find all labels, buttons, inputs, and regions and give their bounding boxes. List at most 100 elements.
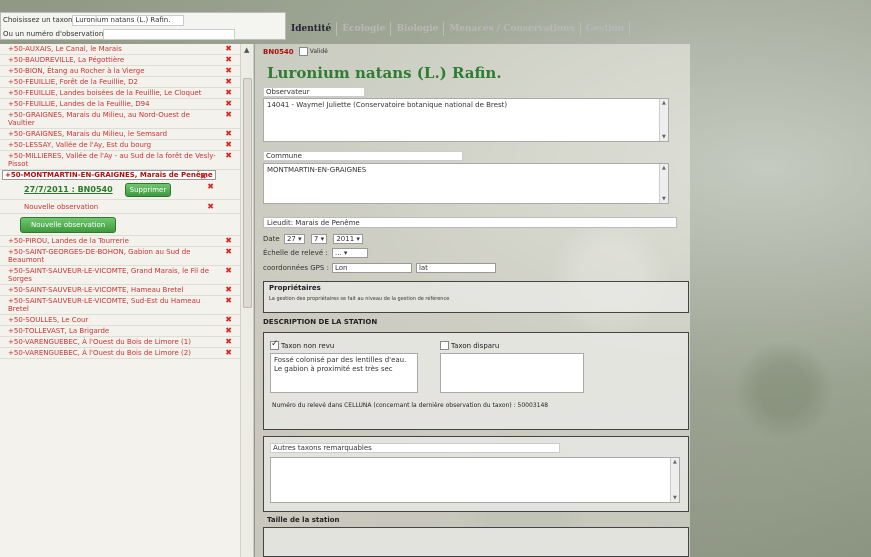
station-list-item[interactable]: +50-MONTMARTIN-EN-GRAIGNES, Marais de Pe… [2, 170, 216, 181]
station-list-item[interactable]: +50-SAINT-SAUVEUR-LE-VICOMTE, Hameau Bre… [0, 285, 240, 296]
delete-icon[interactable]: ✖ [225, 327, 232, 335]
description-title: DESCRIPTION DE LA STATION [263, 318, 378, 326]
station-list: +50-AUXAIS, Le Canal, le Marais ✖ +50-BAUD… [0, 44, 254, 557]
autres-taxons-field[interactable] [270, 457, 680, 503]
taxon-search-row: Choisissez un taxon [1, 13, 285, 27]
lieudit-field[interactable]: Lieudit: Marais de Penême [263, 217, 677, 228]
observation-form: BN0540 Validé Luronium natans (L.) Rafin… [255, 44, 690, 557]
commune-label: Commune [263, 151, 463, 161]
station-list-item[interactable]: +50-SAINT-GEORGES-DE-BOHON, Gabion au Su… [0, 247, 240, 266]
station-list-item[interactable]: +50-GRAIGNES, Marais du Milieu, le Semsa… [0, 129, 240, 140]
observation-link[interactable]: 27/7/2011 : BN0540 [24, 185, 113, 194]
station-list-item[interactable]: +50-PIROU, Landes de la Tourrerie ✖ [0, 236, 240, 247]
delete-icon[interactable]: ✖ [225, 237, 232, 245]
taxon-revu-comment[interactable]: Fossé colonisé par des lentilles d'eau. … [270, 353, 418, 393]
taxon-revu-label: Taxon non revu [281, 341, 335, 350]
new-observation-row: Nouvelle observation ✖ [0, 200, 240, 214]
station-list-item[interactable]: +50-FEUILLIE, Landes de la Feuillie, D94… [0, 99, 240, 110]
gps-lon-input[interactable]: Lon [331, 263, 412, 273]
commune-scrollbar[interactable] [659, 164, 668, 203]
station-list-item-label: +50-BAUDREVILLE, La Pégottière [8, 56, 125, 64]
delete-icon[interactable]: ✖ [225, 89, 232, 97]
station-list-item[interactable]: +50-SAINT-SAUVEUR-LE-VICOMTE, Sud-Est du… [0, 296, 240, 315]
taxon-disparu-comment[interactable] [440, 353, 584, 393]
station-list-item[interactable]: +50-GRAIGNES, Marais du Milieu, au Nord-… [0, 110, 240, 129]
delete-icon[interactable]: ✖ [225, 56, 232, 64]
delete-icon[interactable]: ✖ [207, 182, 214, 191]
station-list-item[interactable]: +50-FEUILLIE, Forêt de la Feuillie, D2 ✖ [0, 77, 240, 88]
tab-menaces-conservations[interactable]: Menaces / Conservations [444, 22, 581, 36]
autres-taxons-panel: Autres taxons remarquables [263, 436, 689, 512]
echelle-select[interactable]: ... ▾ [331, 248, 368, 258]
delete-icon[interactable]: ✖ [225, 152, 232, 160]
echelle-label: Échelle de relevé : [263, 249, 328, 257]
taxon-revu-checkbox[interactable] [270, 339, 279, 350]
delete-icon[interactable]: ✖ [225, 130, 232, 138]
station-list-item[interactable]: +50-LESSAY, Vallée de l'Ay, Est du bourg… [0, 140, 240, 151]
taxon-disparu-checkbox[interactable] [440, 341, 449, 350]
autres-taxons-scrollbar[interactable] [670, 458, 679, 502]
delete-icon[interactable]: ✖ [225, 316, 232, 324]
delete-icon[interactable]: ✖ [225, 267, 232, 275]
station-list-item-label: +50-FEUILLIE, Landes boisées de la Feuil… [8, 89, 202, 97]
station-list-item[interactable]: +50-VARENGUEBEC, À l'Ouest du Bois de Li… [0, 337, 240, 348]
station-list-item-label: +50-MILLIERES, Vallée de l'Ay - au Sud d… [8, 152, 216, 168]
station-list-item-label: +50-AUXAIS, Le Canal, le Marais [8, 45, 122, 53]
delete-icon[interactable]: ✖ [225, 338, 232, 346]
tab-gestion[interactable]: Gestion [581, 22, 631, 36]
date-day-select[interactable]: 27 ▾ [283, 234, 305, 244]
station-list-item[interactable]: +50-MILLIERES, Vallée de l'Ay - au Sud d… [0, 151, 240, 170]
echelle-row: Échelle de relevé : ... ▾ [263, 248, 370, 258]
delete-icon[interactable]: ✖ [225, 111, 232, 119]
proprietaires-subtitle: La gestion des propriétaires se fait au … [269, 296, 450, 302]
delete-icon[interactable]: ✖ [225, 248, 232, 256]
gps-label: coordonnées GPS : [263, 264, 329, 272]
delete-observation-button[interactable]: Supprimer [124, 182, 172, 197]
taxon-search-input[interactable] [72, 14, 185, 26]
date-month-select[interactable]: 7 ▾ [310, 234, 328, 244]
list-scrollbar[interactable]: ▲ [240, 44, 253, 557]
date-row: Date 27 ▾ 7 ▾ 2011 ▾ [263, 234, 365, 244]
station-list-item-label: +50-GRAIGNES, Marais du Milieu, au Nord-… [8, 111, 190, 127]
station-list-item[interactable]: +50-TOLLEVAST, La Brigarde ✖ [0, 326, 240, 337]
station-list-item[interactable]: +50-BAUDREVILLE, La Pégottière ✖ [0, 55, 240, 66]
delete-icon[interactable]: ✖ [225, 67, 232, 75]
observation-number-input[interactable] [103, 28, 236, 40]
proprietaires-panel: Propriétaires La gestion des propriétair… [263, 281, 689, 313]
station-list-item-label: +50-FEUILLIE, Forêt de la Feuillie, D2 [8, 78, 138, 86]
station-list-item-label: +50-SAINT-SAUVEUR-LE-VICOMTE, Sud-Est du… [8, 297, 201, 313]
delete-icon[interactable]: ✖ [225, 141, 232, 149]
tab-biologie[interactable]: Biologie [391, 22, 445, 36]
delete-icon[interactable]: ✖ [207, 202, 214, 211]
scroll-up-arrow-icon[interactable]: ▲ [244, 46, 249, 54]
observation-row: 27/7/2011 : BN0540 Supprimer ✖ [0, 180, 240, 200]
gps-lat-input[interactable]: lat [415, 263, 496, 273]
commune-field[interactable]: MONTMARTIN-EN-GRAIGNES [263, 163, 669, 204]
delete-icon[interactable]: ✖ [225, 286, 232, 294]
taxon-search-panel: Choisissez un taxon Ou un numéro d'obser… [0, 12, 286, 40]
delete-icon[interactable]: ✖ [225, 349, 232, 357]
observateur-field[interactable]: 14041 - Waymel Juliette (Conservatoire b… [263, 98, 669, 142]
delete-icon[interactable]: ✖ [225, 78, 232, 86]
gps-row: coordonnées GPS : Lon lat [263, 263, 498, 273]
list-scroll-thumb[interactable] [243, 78, 252, 308]
delete-icon[interactable]: ✖ [225, 100, 232, 108]
station-list-item[interactable]: +50-FEUILLIE, Landes boisées de la Feuil… [0, 88, 240, 99]
station-list-item[interactable]: +50-VARENGUEBEC, À l'Ouest du Bois de Li… [0, 348, 240, 359]
validated-label: Validé [309, 48, 328, 55]
tab-ecologie[interactable]: Écologie [337, 22, 392, 36]
date-day-value: 27 [286, 235, 296, 243]
date-year-select[interactable]: 2011 ▾ [333, 234, 363, 244]
station-list-item[interactable]: +50-SAINT-SAUVEUR-LE-VICOMTE, Grand Mara… [0, 266, 240, 285]
station-list-content: +50-AUXAIS, Le Canal, le Marais ✖ +50-BAUD… [0, 44, 240, 359]
observateur-scrollbar[interactable] [659, 99, 668, 141]
station-list-item[interactable]: +50-AUXAIS, Le Canal, le Marais ✖ [0, 44, 240, 55]
delete-icon[interactable]: ✖ [225, 45, 232, 53]
tab-identite[interactable]: Identité [286, 22, 338, 36]
station-list-item[interactable]: +50-BION, Étang au Rocher à la Vierge ✖ [0, 66, 240, 77]
delete-icon[interactable]: ✖ [225, 297, 232, 305]
station-list-item[interactable]: +50-SOULLES, Le Cour ✖ [0, 315, 240, 326]
new-observation-button[interactable]: Nouvelle observation [20, 216, 117, 233]
validated-checkbox[interactable] [298, 47, 308, 56]
station-list-item-label: +50-VARENGUEBEC, À l'Ouest du Bois de Li… [8, 349, 191, 357]
